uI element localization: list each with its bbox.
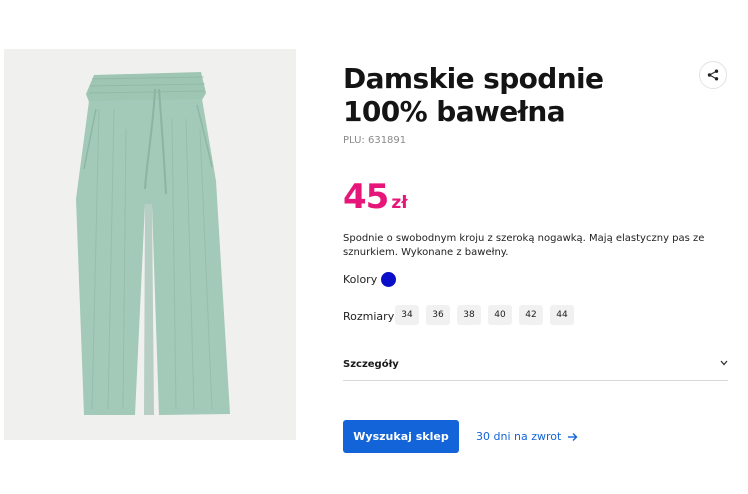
product-title: Damskie spodnie 100% bawełna	[343, 62, 604, 128]
size-option[interactable]: 44	[550, 305, 574, 325]
product-description: Spodnie o swobodnym kroju z szeroką noga…	[343, 233, 705, 258]
product-plu: PLU: 631891	[343, 135, 407, 146]
colors-label: Kolory	[343, 273, 378, 286]
share-icon	[707, 69, 719, 81]
sizes-label: Rozmiary	[343, 310, 395, 323]
return-policy-label: 30 dni na zwrot	[476, 430, 562, 443]
size-options: 34 36 38 40 42 44	[395, 305, 574, 325]
size-option[interactable]: 36	[426, 305, 450, 325]
size-option[interactable]: 38	[457, 305, 481, 325]
details-accordion[interactable]: Szczegóły	[343, 349, 728, 381]
find-store-button[interactable]: Wyszukaj sklep	[343, 420, 459, 453]
price-currency: zł	[391, 193, 408, 213]
product-image[interactable]	[4, 49, 296, 440]
size-option[interactable]: 40	[488, 305, 512, 325]
arrow-right-icon	[568, 432, 578, 441]
color-swatch-blue[interactable]	[381, 272, 396, 287]
size-option[interactable]: 42	[519, 305, 543, 325]
return-policy-link[interactable]: 30 dni na zwrot	[476, 430, 578, 443]
product-price: 45 zł	[343, 177, 408, 217]
chevron-down-icon	[720, 360, 728, 366]
details-label: Szczegóły	[343, 359, 399, 370]
size-option[interactable]: 34	[395, 305, 419, 325]
price-value: 45	[343, 177, 389, 217]
product-pants-illustration	[76, 72, 230, 415]
share-button[interactable]	[699, 61, 727, 89]
